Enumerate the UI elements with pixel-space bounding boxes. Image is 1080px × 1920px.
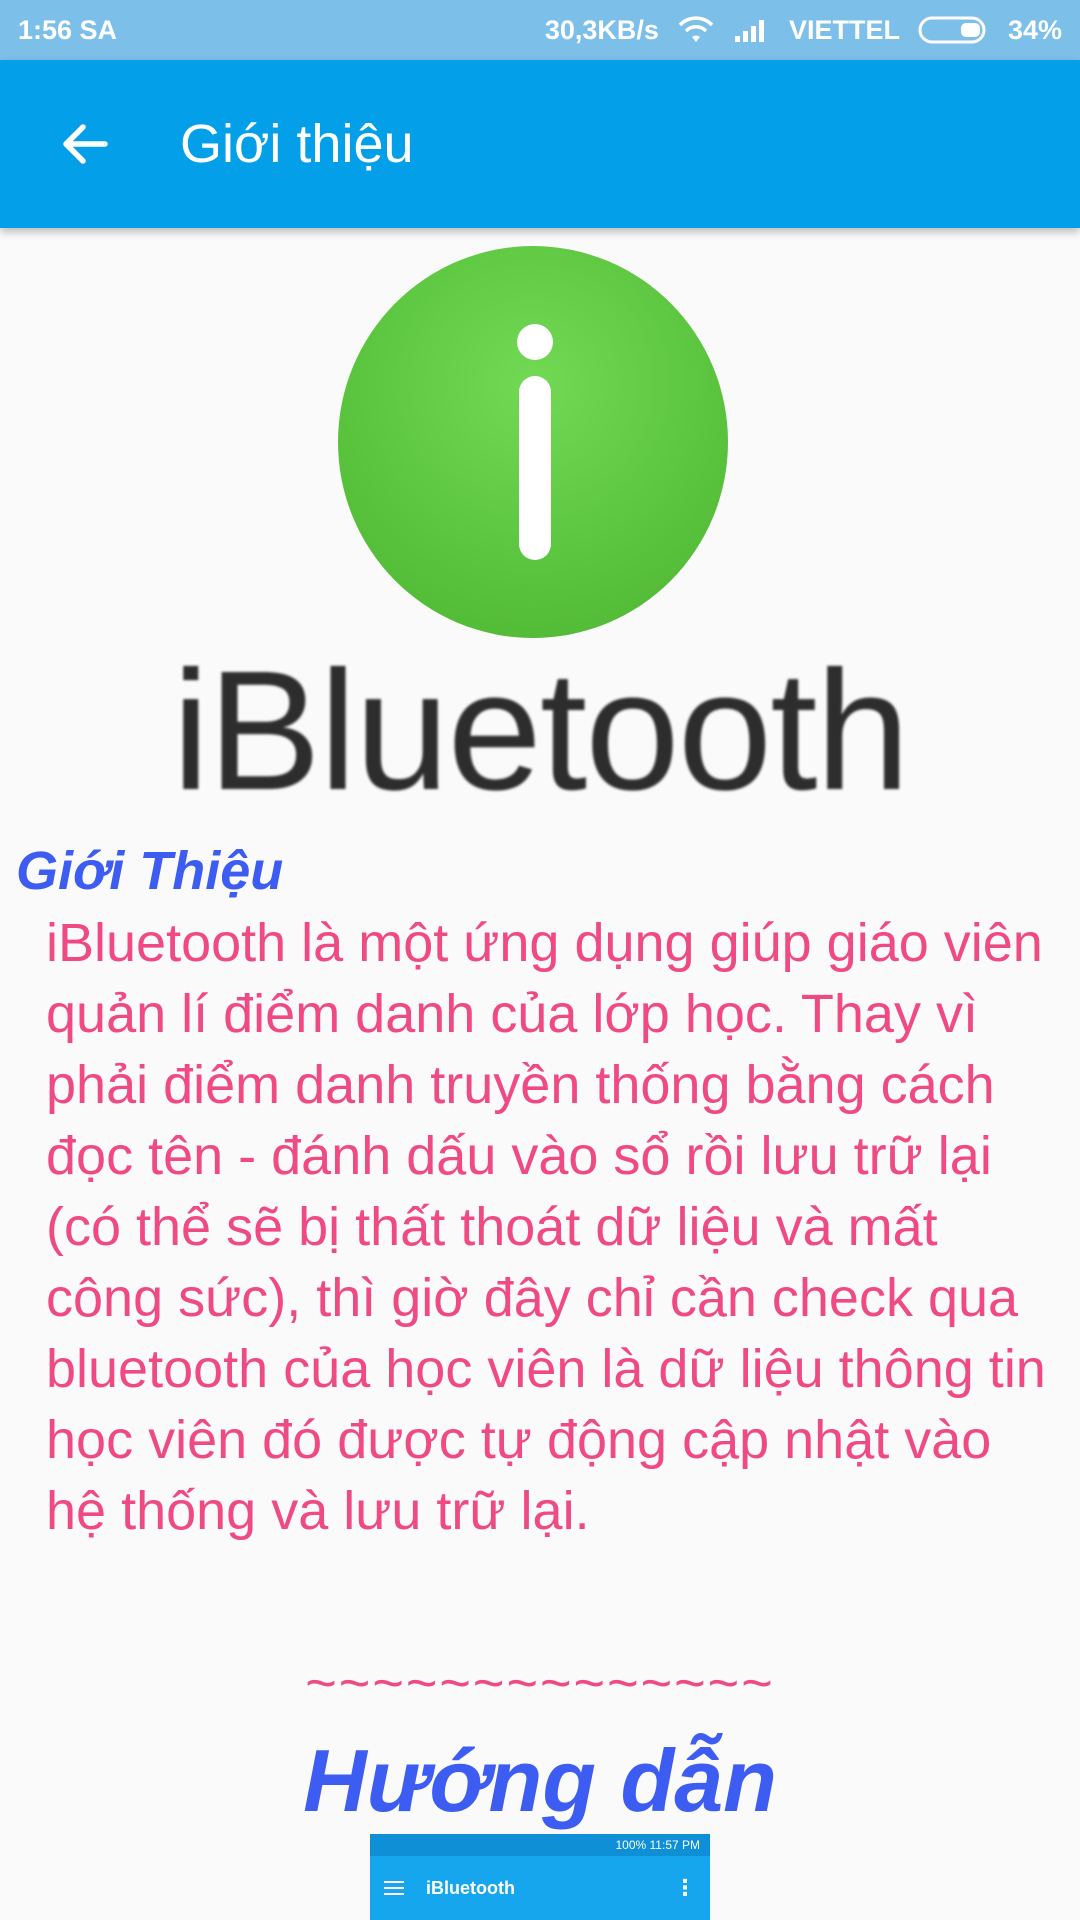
embedded-status-text: 100% 11:57 PM [615,1838,701,1852]
guide-screenshot: 100% 11:57 PM iBluetooth ⋮ [370,1834,710,1920]
status-right: 30,3KB/s VIETTEL 34% [545,15,1062,46]
app-bar: Giới thiệu [0,60,1080,228]
wifi-icon [677,16,715,44]
battery-percent: 34% [1007,14,1062,45]
signal-icon [733,16,771,44]
info-dot [517,324,553,360]
logo-wordmark: iBluetooth [171,636,910,826]
guide-heading: Hướng dẫn [303,1731,777,1830]
embedded-app-title: iBluetooth [426,1877,515,1898]
arrow-back-icon [63,124,108,164]
page-title: Giới thiệu [180,114,414,174]
battery-icon [918,15,990,45]
status-time: 1:56 SA [18,14,118,45]
scroll-content[interactable]: iBluetooth Giới Thiệu iBluetooth là một … [0,228,1080,1920]
carrier-name: VIETTEL [788,14,900,45]
embedded-status-bar: 100% 11:57 PM [370,1834,710,1856]
tilde-divider: ~~~~~~~~~~~~~~ [305,1653,775,1713]
intro-body: iBluetooth là một ứng dụng giúp giáo viê… [46,913,1046,1541]
embedded-app-bar: iBluetooth ⋮ [370,1856,710,1920]
more-vert-icon: ⋮ [674,1875,696,1900]
back-button[interactable] [0,60,170,228]
app-logo: iBluetooth [0,228,1080,828]
intro-heading: Giới Thiệu [16,841,284,901]
info-stem [519,376,551,560]
network-speed: 30,3KB/s [544,14,659,45]
menu-icon [384,1877,404,1899]
status-bar: 1:56 SA 30,3KB/s VIETTEL 34% [0,0,1080,60]
